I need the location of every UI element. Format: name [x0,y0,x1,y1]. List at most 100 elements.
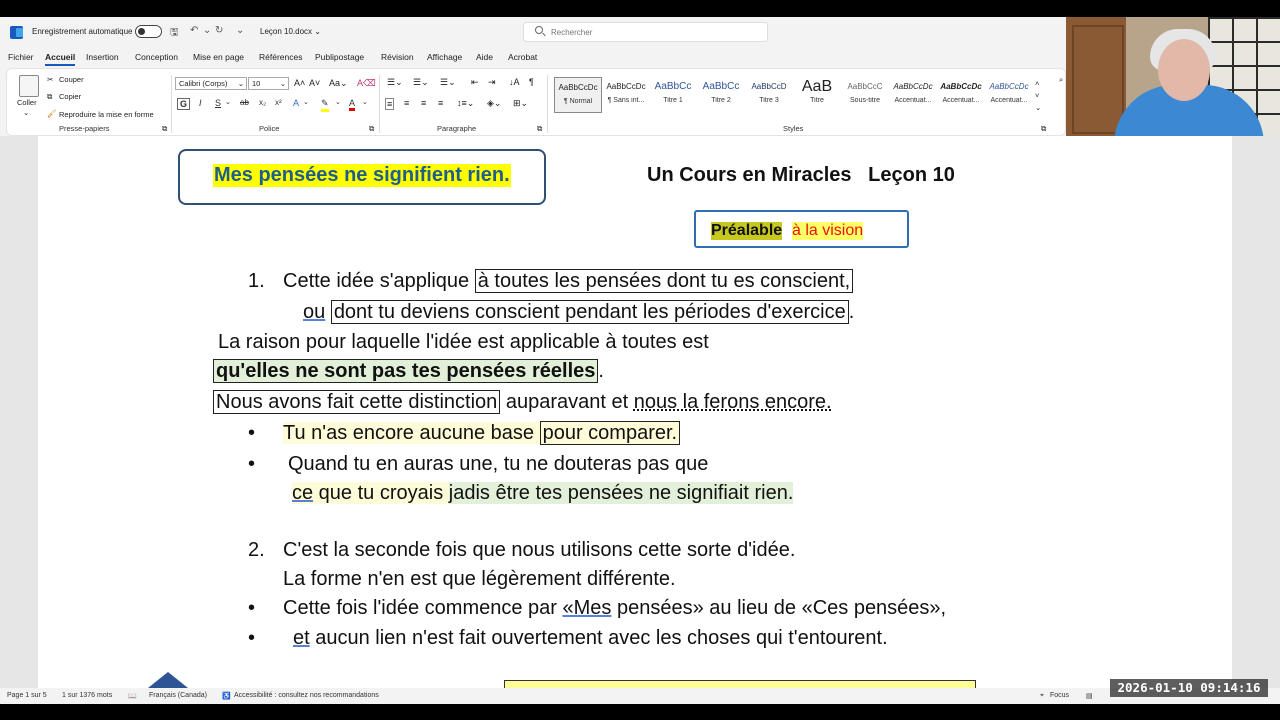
style-emphasis-subtle[interactable]: AaBbCcDc Accentuat... [889,77,937,113]
tab-acrobat[interactable]: Acrobat [508,52,537,62]
align-right-icon[interactable]: ≡ [421,98,426,108]
undo-icon[interactable]: ↶ [190,25,198,36]
italic-button[interactable]: I [199,98,202,108]
numbering-icon[interactable]: ☰⌄ [413,77,429,88]
tab-fichier[interactable]: Fichier [8,52,34,62]
prerequisite-vision: à la vision [792,222,864,240]
multilevel-list-icon[interactable]: ☰⌄ [440,77,456,88]
style-no-spacing[interactable]: AaBbCcDc ¶ Sans int... [602,77,650,113]
show-formatting-marks-icon[interactable]: ¶ [529,77,534,87]
paragraph-launcher-icon[interactable]: ⧉ [537,124,542,134]
superscript-button[interactable]: x² [275,98,282,107]
styles-scroll-down-icon[interactable]: ˅ [1035,91,1039,100]
text-effects-button[interactable]: A [293,98,299,108]
underline-button[interactable]: S [215,98,221,108]
search-input[interactable] [551,25,761,39]
grow-font-button[interactable]: A˄ [294,78,305,88]
tab-insertion[interactable]: Insertion [86,52,119,62]
bullets-icon[interactable]: ☰⌄ [387,77,403,88]
paragraph-line: ou dont tu deviens conscient pendant les… [303,300,855,324]
search-box[interactable] [523,22,768,42]
style-heading-1[interactable]: AaBbCc Titre 1 [649,77,697,113]
read-mode-icon[interactable]: ▤ [1086,692,1093,700]
decrease-indent-icon[interactable]: ⇤ [471,77,479,88]
increase-indent-icon[interactable]: ⇥ [488,77,496,88]
word-count[interactable]: 1 sur 1376 mots [62,692,112,699]
tab-aide[interactable]: Aide [476,52,493,62]
style-subtitle[interactable]: AaBbCcC Sous-titre [841,77,889,113]
language[interactable]: Français (Canada) [149,692,207,699]
autosave-label: Enregistrement automatique [32,27,133,36]
document-area[interactable]: Mes pensées ne signifient rien. Un Cours… [0,136,1280,696]
justify-icon[interactable]: ≡ [438,98,443,108]
style-normal[interactable]: AaBbCcDc ¶ Normal [554,77,602,113]
style-title[interactable]: AaB Titre [793,77,841,113]
paragraph-line: La raison pour laquelle l'idée est appli… [218,331,709,353]
tab-publipostage[interactable]: Publipostage [315,52,364,62]
tab-conception[interactable]: Conception [135,52,178,62]
font-color-button[interactable]: A [349,98,356,111]
focus-icon: ⌖ [1040,692,1044,699]
find-icon[interactable]: ⌕ [1059,75,1063,85]
style-heading-2[interactable]: AaBbCc Titre 2 [697,77,745,113]
highlight-button[interactable]: ✎ [321,98,329,112]
autosave-toggle[interactable] [135,25,162,38]
tab-affichage[interactable]: Affichage [427,52,462,62]
paragraph-line: Nous avons fait cette distinction aupara… [213,390,832,414]
bullet-item: Tu n'as encore aucune base pour comparer… [283,421,681,445]
bullet: • [248,627,256,649]
borders-icon[interactable]: ⊞⌄ [513,98,528,109]
shading-icon[interactable]: ◈⌄ [487,98,501,109]
style-heading-3[interactable]: AaBbCcD Titre 3 [745,77,793,113]
undo-dropdown-icon[interactable]: ⌄ [203,25,211,36]
style-emphasis[interactable]: AaBbCcDc Accentuat... [937,77,985,113]
copy-button[interactable]: Copier [59,92,81,101]
bold-button[interactable]: G [177,98,191,110]
separator [171,75,172,133]
page-count[interactable]: Page 1 sur 5 [7,692,47,699]
tab-mise-en-page[interactable]: Mise en page [193,52,244,62]
document-name[interactable]: Leçon 10.docx ⌄ [260,27,321,36]
paste-dropdown-icon[interactable]: ⌄ [23,108,29,117]
webcam-video [1066,17,1280,136]
styles-scroll-up-icon[interactable]: ˄ [1035,79,1039,88]
shrink-font-button[interactable]: A˅ [309,78,320,88]
align-center-icon[interactable]: ≡ [404,98,409,108]
course-title: Un Cours en Miracles Leçon 10 [647,164,955,186]
font-color-dropdown-icon[interactable]: ⌄ [362,98,368,106]
word-app-icon [10,26,23,39]
strikethrough-button[interactable]: ab [240,98,249,107]
proofing-icon[interactable]: 📖 [128,692,137,700]
customize-toolbar-icon[interactable]: ⌄ [236,25,244,36]
tab-references[interactable]: Références [259,52,302,62]
highlight-dropdown-icon[interactable]: ⌄ [335,98,341,106]
paste-icon[interactable] [19,75,39,97]
underline-dropdown-icon[interactable]: ⌄ [225,98,231,106]
cut-button[interactable]: Couper [59,75,84,84]
clear-formatting-icon[interactable]: A⌫ [357,78,376,89]
sort-icon[interactable]: ↓A [509,77,520,87]
align-left-icon[interactable]: ≡ [385,98,395,110]
redo-icon[interactable]: ↻ [215,25,223,36]
focus-button[interactable]: Focus [1050,692,1069,699]
text-effects-dropdown-icon[interactable]: ⌄ [303,98,309,106]
paste-button[interactable]: Coller [17,98,37,107]
format-painter-button[interactable]: Reproduire la mise en forme [59,110,154,119]
top-letterbox [0,0,1280,17]
font-size-field[interactable]: 10 ⌄ [248,77,289,90]
line-spacing-icon[interactable]: ↕≡⌄ [457,98,474,109]
font-family-field[interactable]: Calibri (Corps) ⌄ [175,77,247,90]
save-icon[interactable]: 🖫 [170,25,179,42]
tab-revision[interactable]: Révision [381,52,414,62]
tab-accueil[interactable]: Accueil [45,52,76,66]
change-case-button[interactable]: Aa⌄ [329,78,348,89]
bullet-item: Quand tu en auras une, tu ne douteras pa… [288,453,709,475]
clipboard-launcher-icon[interactable]: ⧉ [162,124,167,134]
subscript-button[interactable]: x₂ [259,98,266,107]
accessibility-status[interactable]: Accessibilité : consultez nos recommanda… [234,692,379,699]
font-launcher-icon[interactable]: ⧉ [369,124,374,134]
styles-launcher-icon[interactable]: ⧉ [1041,124,1046,134]
style-emphasis-intense[interactable]: AaBbCcDc Accentuat... [985,77,1033,113]
document-page[interactable]: Mes pensées ne signifient rien. Un Cours… [38,136,1232,696]
styles-more-icon[interactable]: ⌄ [1035,103,1041,112]
